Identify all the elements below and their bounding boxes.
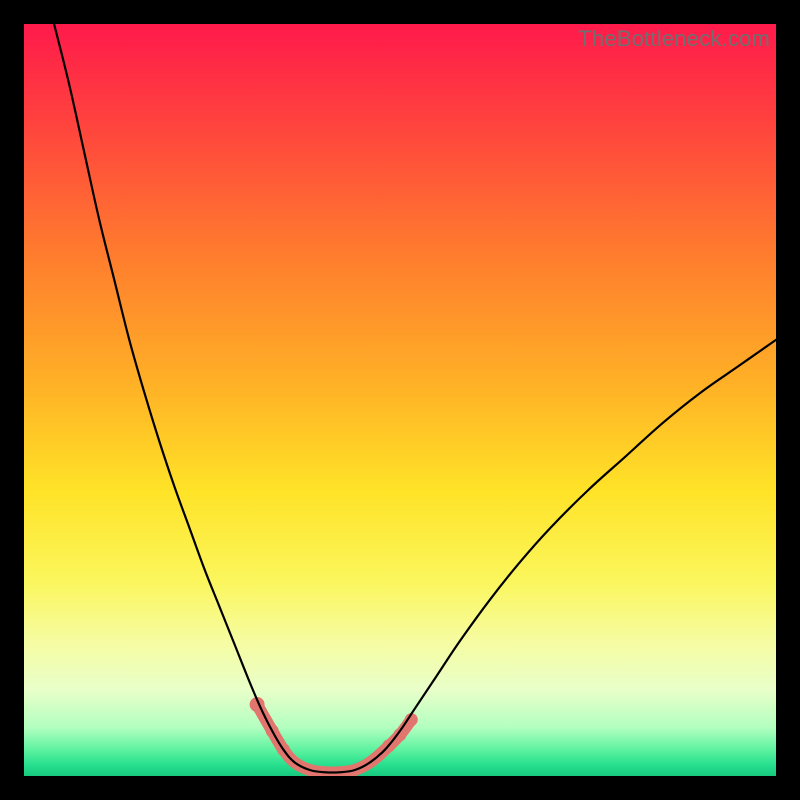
chart-background — [24, 24, 776, 776]
watermark-text: TheBottleneck.com — [578, 26, 770, 52]
chart-frame: TheBottleneck.com — [24, 24, 776, 776]
chart-svg — [24, 24, 776, 776]
